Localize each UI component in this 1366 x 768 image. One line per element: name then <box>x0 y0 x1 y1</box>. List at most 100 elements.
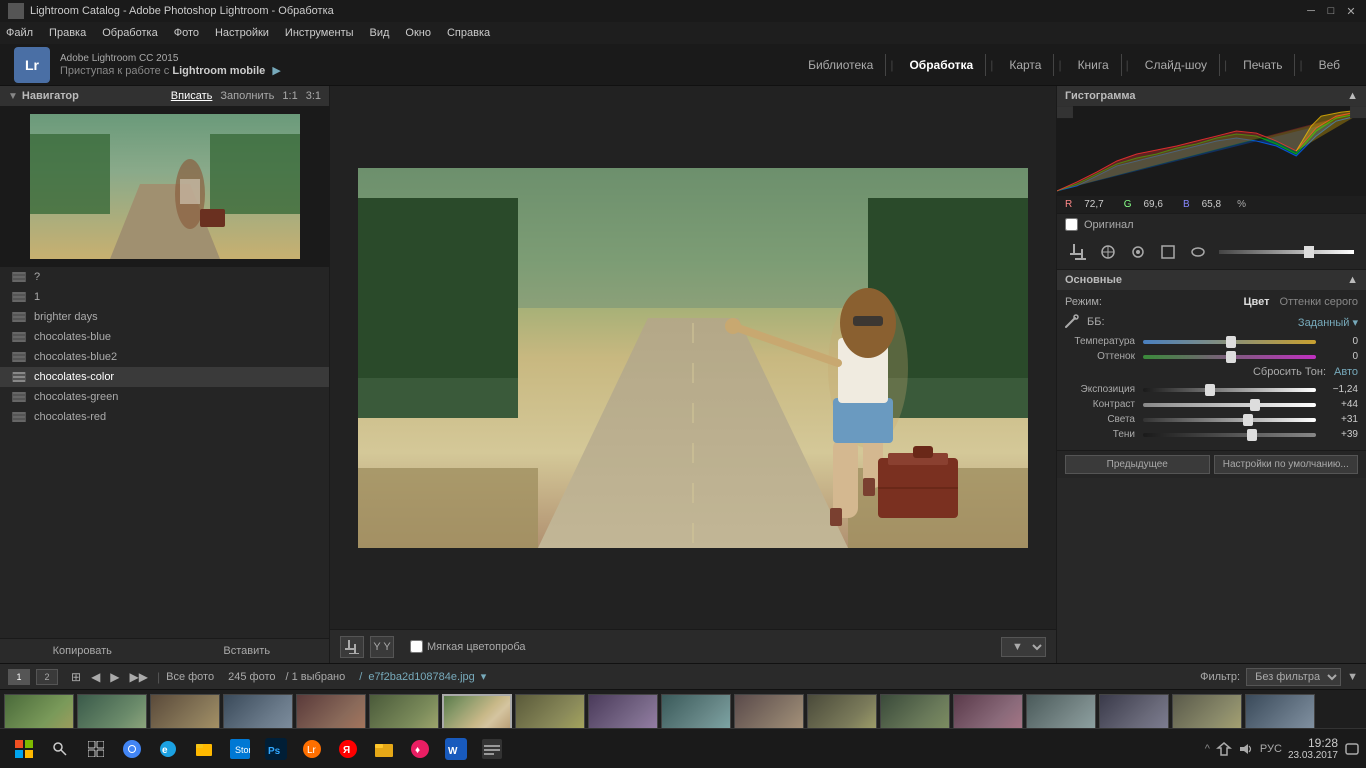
explorer-icon[interactable] <box>188 733 220 765</box>
eyedropper-icon[interactable] <box>1065 314 1081 330</box>
taskview-button[interactable] <box>80 733 112 765</box>
transform-btn[interactable]: Y Y <box>370 636 394 658</box>
nav-web[interactable]: Веб <box>1307 54 1352 76</box>
nav-library[interactable]: Библиотека <box>796 54 886 76</box>
zoom-fill[interactable]: Заполнить <box>220 90 274 102</box>
close-button[interactable]: ✕ <box>1344 4 1358 18</box>
copy-button[interactable]: Копировать <box>0 639 165 663</box>
redeye-icon[interactable] <box>1125 239 1151 265</box>
filename-link[interactable]: e7f2ba2d108784e.jpg <box>368 671 474 683</box>
menu-photo[interactable]: Фото <box>174 27 199 39</box>
navigator-header[interactable]: ▼ Навигатор Вписать Заполнить 1:1 3:1 <box>0 86 329 106</box>
menu-develop[interactable]: Обработка <box>102 27 157 39</box>
preset-choc-red[interactable]: chocolates-red <box>0 407 329 427</box>
yandex-icon[interactable]: Я <box>332 733 364 765</box>
contrast-track[interactable] <box>1143 403 1316 407</box>
tint-thumb[interactable] <box>1226 351 1236 363</box>
radial-filter-icon[interactable] <box>1185 239 1211 265</box>
exposure-thumb[interactable] <box>1205 384 1215 396</box>
navigator-preview[interactable] <box>0 106 329 266</box>
contrast-thumb[interactable] <box>1250 399 1260 411</box>
menu-tools[interactable]: Инструменты <box>285 27 354 39</box>
menu-settings[interactable]: Настройки <box>215 27 269 39</box>
spot-heal-icon[interactable] <box>1095 239 1121 265</box>
notification-icon[interactable] <box>1344 741 1360 757</box>
chrome-icon[interactable] <box>116 733 148 765</box>
store-icon[interactable]: Store <box>224 733 256 765</box>
nav-slideshow[interactable]: Слайд-шоу <box>1133 54 1220 76</box>
highlights-track[interactable] <box>1143 418 1316 422</box>
preset-choc-green[interactable]: chocolates-green <box>0 387 329 407</box>
exposure-quick-thumb[interactable] <box>1304 246 1314 258</box>
histogram-collapse[interactable]: ▲ <box>1347 90 1358 102</box>
mode-alt[interactable]: Оттенки серого <box>1280 296 1358 308</box>
default-button[interactable]: Настройки по умолчанию... <box>1214 455 1359 474</box>
graduated-filter-icon[interactable] <box>1155 239 1181 265</box>
zoom-fit[interactable]: Вписать <box>171 90 213 102</box>
zoom-1-1[interactable]: 1:1 <box>282 90 297 102</box>
exposure-track[interactable] <box>1143 388 1316 392</box>
shadows-track[interactable] <box>1143 433 1316 437</box>
softproof-checkbox[interactable] <box>410 640 423 653</box>
temp-track[interactable] <box>1143 340 1316 344</box>
nav-print[interactable]: Печать <box>1231 54 1295 76</box>
preset-question[interactable]: ? <box>0 267 329 287</box>
paste-button[interactable]: Вставить <box>165 639 330 663</box>
word-icon[interactable]: W <box>440 733 472 765</box>
all-photos-label[interactable]: Все фото <box>166 671 214 683</box>
preset-choc-color[interactable]: chocolates-color <box>0 367 329 387</box>
previous-button[interactable]: Предыдущее <box>1065 455 1210 474</box>
original-label[interactable]: Оригинал <box>1084 219 1134 231</box>
filter-expand-btn[interactable]: ▼ <box>1347 671 1358 683</box>
main-photo[interactable] <box>358 168 1028 548</box>
toolbar-dropdown[interactable]: ▼ <box>1001 637 1046 657</box>
basic-collapse[interactable]: ▲ <box>1347 274 1358 286</box>
next-btn[interactable]: ▶ <box>107 670 122 684</box>
nav-develop[interactable]: Обработка <box>897 54 986 76</box>
ie-icon[interactable]: e <box>152 733 184 765</box>
preset-1[interactable]: 1 <box>0 287 329 307</box>
original-checkbox[interactable] <box>1065 218 1078 231</box>
nav-map[interactable]: Карта <box>997 54 1054 76</box>
shadows-thumb[interactable] <box>1247 429 1257 441</box>
bb-value[interactable]: Заданный ▾ <box>1243 316 1359 329</box>
histogram-header[interactable]: Гистограмма ▲ <box>1057 86 1366 106</box>
taskbar-app3[interactable] <box>476 733 508 765</box>
prev-btn[interactable]: ◀ <box>88 670 103 684</box>
fwd-btn[interactable]: ▶▶ <box>127 670 151 684</box>
filmstrip-tab-2[interactable]: 2 <box>36 669 58 685</box>
filter-dropdown[interactable]: Без фильтра <box>1246 668 1341 686</box>
minimize-button[interactable]: ─ <box>1304 4 1318 18</box>
photoshop-icon[interactable]: Ps <box>260 733 292 765</box>
menu-window[interactable]: Окно <box>405 27 431 39</box>
start-button[interactable] <box>8 733 40 765</box>
taskbar-app1[interactable]: Lr <box>296 733 328 765</box>
nav-book[interactable]: Книга <box>1066 54 1122 76</box>
basic-header[interactable]: Основные ▲ <box>1057 270 1366 290</box>
preset-choc-blue[interactable]: chocolates-blue <box>0 327 329 347</box>
preset-choc-blue2[interactable]: chocolates-blue2 <box>0 347 329 367</box>
maximize-button[interactable]: □ <box>1324 4 1338 18</box>
play-button[interactable]: ▶ <box>272 64 280 77</box>
menu-edit[interactable]: Правка <box>49 27 86 39</box>
temp-thumb[interactable] <box>1226 336 1236 348</box>
mode-value[interactable]: Цвет <box>1195 296 1270 308</box>
preset-brighter-days[interactable]: brighter days <box>0 307 329 327</box>
menu-file[interactable]: Файл <box>6 27 33 39</box>
filmstrip-tab-1[interactable]: 1 <box>8 669 30 685</box>
filename-arrow[interactable]: ▾ <box>481 670 487 683</box>
softproof-label[interactable]: Мягкая цветопроба <box>427 641 525 653</box>
taskbar-app2[interactable]: ♦ <box>404 733 436 765</box>
grid-view-btn[interactable]: ⊞ <box>68 670 84 684</box>
tint-track[interactable] <box>1143 355 1316 359</box>
crop-tool-icon[interactable] <box>1065 239 1091 265</box>
menu-view[interactable]: Вид <box>370 27 390 39</box>
folder-icon[interactable] <box>368 733 400 765</box>
zoom-3-1[interactable]: 3:1 <box>306 90 321 102</box>
exposure-quick-slider[interactable] <box>1219 250 1354 254</box>
search-taskbar-button[interactable] <box>44 733 76 765</box>
menu-help[interactable]: Справка <box>447 27 490 39</box>
highlights-thumb[interactable] <box>1243 414 1253 426</box>
crop-tool-btn[interactable] <box>340 636 364 658</box>
reset-tone-value[interactable]: Авто <box>1334 366 1358 378</box>
